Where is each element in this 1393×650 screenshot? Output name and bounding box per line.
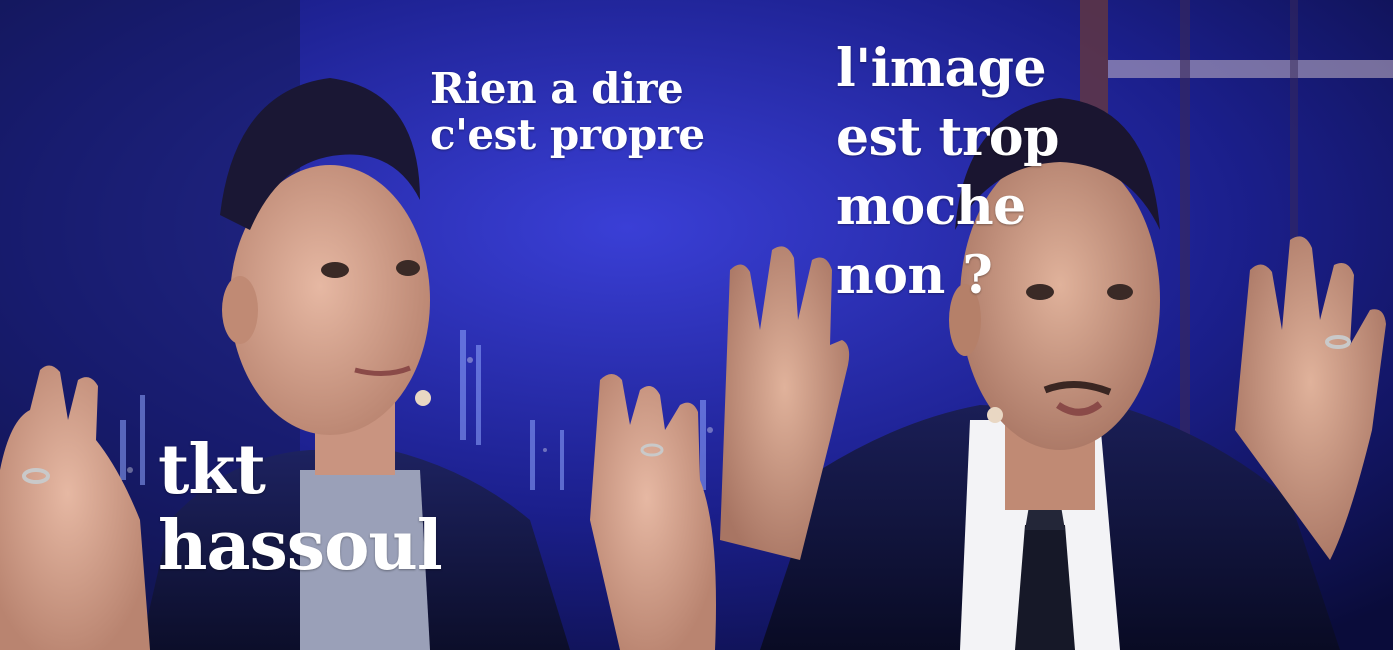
- meme-image: Rien a dire c'est propre l'image est tro…: [0, 0, 1393, 650]
- caption-tkt-hassoul: tkt hassoul: [158, 430, 443, 586]
- caption-rien-a-dire: Rien a dire c'est propre: [430, 64, 705, 159]
- caption-image-trop-moche: l'image est trop moche non ?: [836, 38, 1059, 306]
